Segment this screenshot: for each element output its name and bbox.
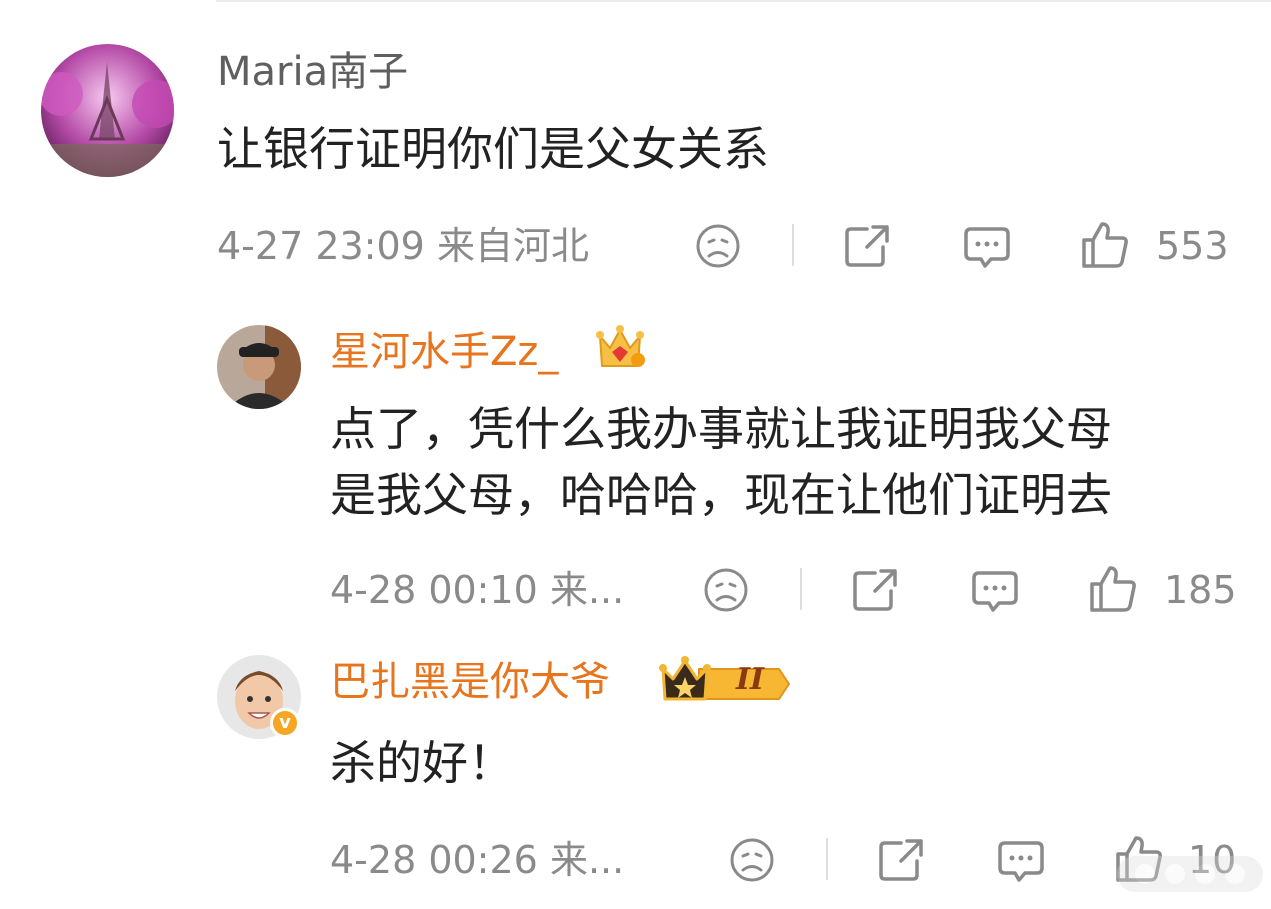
share-button[interactable] [876,836,926,884]
dislike-button[interactable] [728,836,776,884]
vip-level: II [736,662,765,697]
share-icon [845,225,889,267]
crown-icon [596,325,645,367]
like-button[interactable] [1088,564,1138,614]
comment-icon [972,571,1018,612]
avatar[interactable] [41,44,174,177]
top-divider [216,0,1271,2]
location: 来... [549,568,625,612]
like-button[interactable] [1080,220,1130,270]
share-button[interactable] [842,222,892,270]
username[interactable]: 星河水手Zz_ [330,328,558,376]
crown-icon [659,656,790,701]
dislike-button[interactable] [702,566,750,614]
like-count: 185 [1164,568,1237,612]
reply-button[interactable] [970,566,1020,614]
action-divider [792,224,794,266]
sad-face-icon [730,838,774,882]
username[interactable]: Maria南子 [217,48,408,96]
sad-face-icon [696,224,740,268]
share-icon [879,839,923,881]
location: 来... [549,838,625,882]
reply-button[interactable] [996,836,1046,884]
action-divider [826,838,828,880]
comment-text: 点了，凭什么我办事就让我证明我父母 是我父母，哈哈哈，现在让他们证明去 [330,402,1112,522]
comment-text: 杀的好！ [330,736,514,790]
action-divider [800,568,802,610]
timestamp: 4-28 00:10 来... [330,568,625,612]
comment-icon [964,227,1010,268]
username[interactable]: 巴扎黑是你大爷 [330,658,610,706]
dislike-button[interactable] [694,222,742,270]
avatar[interactable] [217,325,301,409]
like-count: 553 [1156,224,1229,268]
sad-face-icon [704,568,748,612]
verified-badge: v [270,708,300,738]
watermark-logo [1117,856,1263,892]
timestamp: 4-27 23:09 来自河北 [217,224,589,268]
timestamp: 4-28 00:26 来... [330,838,625,882]
share-button[interactable] [850,566,900,614]
comment-icon [998,841,1044,882]
share-icon [853,569,897,611]
reply-button[interactable] [962,222,1012,270]
comment-text: 让银行证明你们是父女关系 [217,122,769,176]
thumbs-up-icon [1090,566,1136,612]
thumbs-up-icon [1082,222,1128,268]
location: 来自河北 [436,224,589,268]
